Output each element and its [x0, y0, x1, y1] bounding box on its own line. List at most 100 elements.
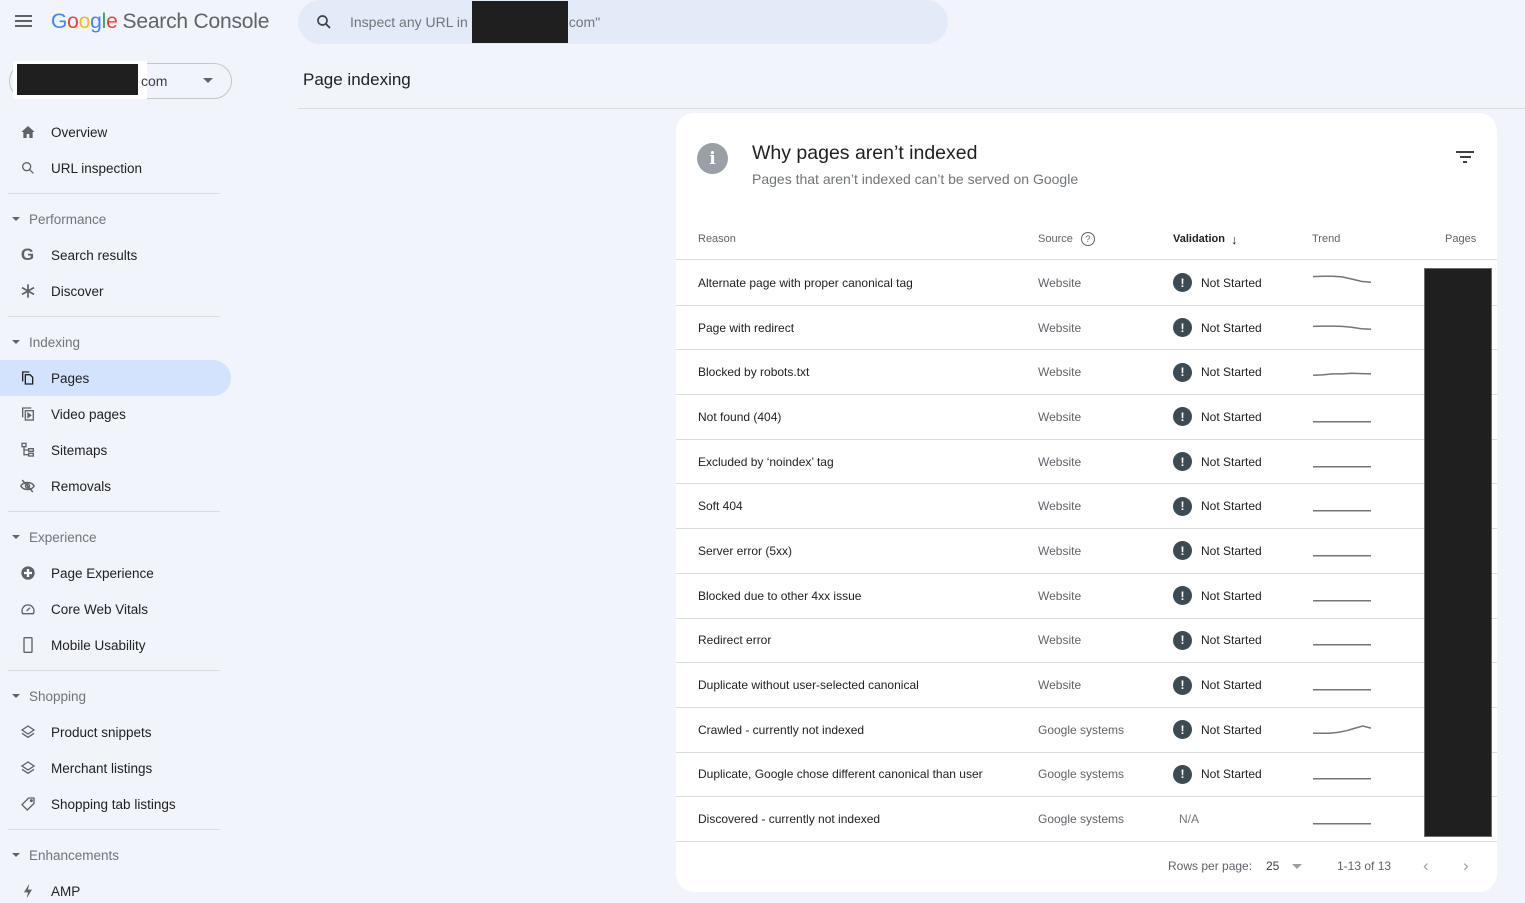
sidebar-item-search-results[interactable]: G Search results [0, 237, 231, 273]
filter-button[interactable] [1454, 151, 1476, 169]
table-row[interactable]: Crawled - currently not indexed Google sy… [676, 708, 1497, 753]
url-inspection-search[interactable]: Inspect any URL in com" [298, 0, 948, 44]
validation-status: Not Started [1201, 365, 1262, 380]
validation-status: Not Started [1201, 722, 1262, 737]
sitemap-icon [19, 442, 36, 459]
section-label: Performance [29, 211, 107, 227]
trend-sparkline [1313, 599, 1371, 602]
trend-cell [1312, 484, 1372, 528]
table-row[interactable]: Duplicate without user-selected canonica… [676, 663, 1497, 708]
table-row[interactable]: Discovered - currently not indexed Google… [676, 797, 1497, 842]
validation-cell: ! Not Started [1173, 529, 1262, 573]
collapse-triangle-icon [12, 853, 20, 857]
sidebar-item-discover[interactable]: Discover [0, 273, 231, 309]
table-row[interactable]: Duplicate, Google chose different canoni… [676, 753, 1497, 798]
table-row[interactable]: Soft 404 Website! Not Started [676, 484, 1497, 530]
sidebar-item-label: Discover [51, 283, 104, 299]
search-placeholder-prefix: Inspect any URL in [350, 14, 468, 30]
trend-sparkline [1313, 510, 1371, 512]
table-row[interactable]: Alternate page with proper canonical tag… [676, 261, 1497, 306]
sidebar-item-label: AMP [51, 883, 81, 899]
sidebar-item-merchant-listings[interactable]: Merchant listings [0, 750, 231, 786]
trend-cell [1312, 350, 1372, 394]
sidebar-item-product-snippets[interactable]: Product snippets [0, 714, 231, 750]
sidebar-item-label: Mobile Usability [51, 637, 146, 653]
trend-cell [1312, 619, 1372, 663]
trend-sparkline [1313, 778, 1371, 780]
column-header-reason[interactable]: Reason [698, 218, 736, 260]
sidebar-section-shopping[interactable]: Shopping [0, 678, 240, 714]
trend-cell [1312, 306, 1372, 350]
source-cell: Website [1038, 275, 1082, 290]
table-row[interactable]: Excluded by ‘noindex’ tag Website! Not Sta… [676, 440, 1497, 485]
table-row[interactable]: Blocked by robots.txt Website! Not Started [676, 350, 1497, 396]
plus-circle-icon [19, 565, 36, 582]
source-cell: Google systems [1038, 767, 1125, 782]
property-selector[interactable]: com [9, 61, 232, 99]
warning-icon: ! [1173, 764, 1192, 784]
column-header-validation[interactable]: Validation ↓ [1173, 218, 1237, 260]
reason-cell: Blocked due to other 4xx issue [698, 588, 862, 603]
sidebar-divider [8, 511, 220, 512]
sidebar-section-indexing[interactable]: Indexing [0, 324, 240, 360]
sidebar-section-enhancements[interactable]: Enhancements [0, 837, 240, 873]
sidebar-item-label: Sitemaps [51, 442, 108, 458]
trend-cell [1312, 797, 1372, 841]
sidebar-item-mobile-usability[interactable]: Mobile Usability [0, 627, 231, 663]
trend-sparkline [1313, 555, 1371, 557]
asterisk-icon [19, 283, 36, 300]
collapse-triangle-icon [12, 535, 20, 539]
sidebar-item-pages[interactable]: Pages [0, 360, 231, 396]
eye-off-icon [19, 478, 36, 495]
search-console-logo[interactable]: Google Search Console [51, 10, 269, 34]
sidebar-section-experience[interactable]: Experience [0, 519, 240, 555]
validation-cell: ! Not Started [1173, 395, 1262, 439]
sidebar-item-url-inspection[interactable]: URL inspection [0, 150, 231, 186]
sidebar-item-removals[interactable]: Removals [0, 468, 231, 504]
sidebar-divider [8, 193, 220, 194]
logo-letter: g [90, 10, 102, 33]
card-title: Why pages aren’t indexed [752, 142, 978, 164]
filter-icon-bar [1459, 156, 1471, 158]
video-pages-icon [19, 406, 36, 423]
reason-cell: Crawled - currently not indexed [698, 722, 865, 737]
trend-sparkline [1313, 823, 1371, 825]
previous-page-button[interactable]: ‹ [1423, 848, 1429, 884]
trend-sparkline [1312, 372, 1372, 377]
sidebar-item-core-web-vitals[interactable]: Core Web Vitals [0, 591, 231, 627]
collapse-triangle-icon [12, 217, 20, 221]
table-row[interactable]: Not found (404) Website! Not Started [676, 395, 1497, 440]
next-page-button[interactable]: › [1463, 848, 1469, 884]
help-icon[interactable]: ? [1080, 232, 1095, 246]
reason-cell: Duplicate without user-selected canonica… [698, 678, 919, 693]
rows-per-page-select[interactable]: 25 [1266, 848, 1303, 884]
table-row[interactable]: Page with redirect Website! Not Started [676, 306, 1497, 351]
sidebar-item-video-pages[interactable]: Video pages [0, 396, 231, 432]
trend-sparkline [1313, 644, 1371, 646]
sidebar-item-overview[interactable]: Overview [0, 114, 231, 150]
sidebar-item-shopping-tab-listings[interactable]: Shopping tab listings [0, 786, 231, 822]
sidebar-item-page-experience[interactable]: Page Experience [0, 555, 231, 591]
warning-icon: ! [1173, 675, 1192, 695]
table-row[interactable]: Redirect error Website! Not Started [676, 619, 1497, 664]
sidebar-item-sitemaps[interactable]: Sitemaps [0, 432, 231, 468]
validation-cell: ! Not Started [1173, 440, 1262, 484]
column-header-pages[interactable]: Pages [1445, 218, 1476, 260]
column-header-source[interactable]: Source ? [1038, 218, 1095, 260]
logo-letter: e [106, 10, 118, 33]
sidebar-section-performance[interactable]: Performance [0, 201, 240, 237]
search-input[interactable]: Inspect any URL in com" [350, 1, 600, 43]
main-menu-button[interactable] [15, 12, 37, 34]
trend-line [1312, 324, 1372, 330]
validation-status: Not Started [1201, 588, 1262, 603]
sidebar-item-amp[interactable]: AMP [0, 873, 231, 903]
table-row[interactable]: Server error (5xx) Website! Not Started [676, 529, 1497, 574]
validation-cell: ! Not Started [1173, 574, 1262, 618]
sidebar-item-label: Removals [51, 478, 112, 494]
warning-icon: ! [1173, 496, 1192, 516]
column-header-validation-label: Validation [1173, 233, 1225, 245]
property-value: com [141, 73, 168, 89]
table-row[interactable]: Blocked due to other 4xx issue Website! No… [676, 574, 1497, 619]
reason-cell: Redirect error [698, 633, 772, 648]
trend-cell [1312, 440, 1372, 484]
